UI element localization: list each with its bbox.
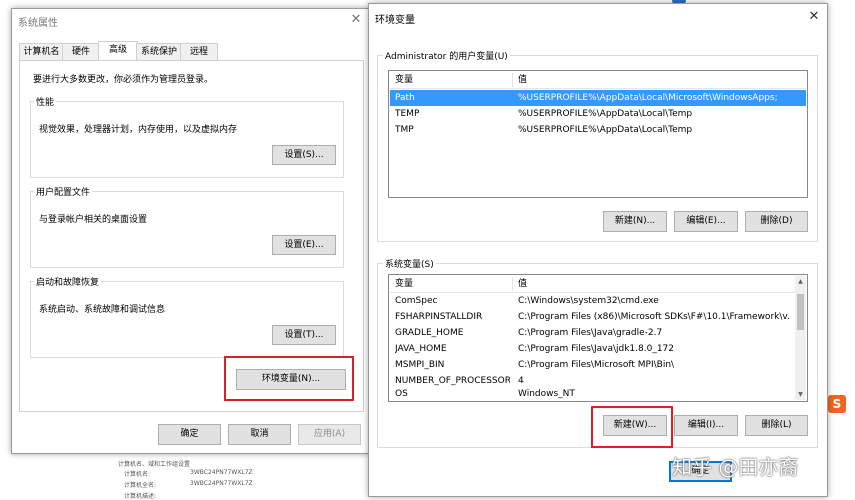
tab-strip: 计算机名 硬件 高级 系统保护 远程 [19, 41, 239, 61]
column-header-value[interactable]: 值 [518, 72, 802, 88]
cancel-button[interactable]: 取消 [228, 424, 291, 445]
var-value: %USERPROFILE%\AppData\Local\Temp [518, 125, 693, 135]
table-row[interactable]: GRADLE_HOME C:\Program Files\Java\gradle… [390, 325, 794, 341]
user-delete-button[interactable]: 删除(D) [745, 211, 808, 232]
background-info: 计算机名、域和工作组设置 计算机名: 3WBC24PN77WXL7Z 计算机全名… [110, 455, 360, 500]
column-separator [512, 73, 513, 87]
startup-recovery-group [30, 281, 344, 358]
column-header-variable[interactable]: 变量 [395, 72, 510, 88]
var-name: MSMPI_BIN [395, 360, 445, 370]
table-row[interactable]: Path %USERPROFILE%\AppData\Local\Microso… [390, 90, 806, 106]
scroll-up-icon[interactable]: ▲ [795, 276, 806, 287]
tab-remote[interactable]: 远程 [180, 43, 218, 61]
user-profiles-settings-button[interactable]: 设置(E)... [272, 235, 336, 255]
admin-note: 要进行大多数更改，你必须作为管理员登录。 [33, 75, 214, 85]
var-value: C:\Program Files\Java\jdk1.8.0_172 [518, 344, 675, 354]
scroll-thumb[interactable] [797, 294, 804, 330]
var-value: C:\Program Files\Java\gradle-2.7 [518, 328, 663, 338]
user-variables-list[interactable]: 变量 值 Path %USERPROFILE%\AppData\Local\Mi… [388, 70, 808, 198]
system-properties-dialog: 系统属性 ✕ 计算机名 硬件 高级 系统保护 远程 要进行大多数更改，你必须作为… [11, 8, 369, 454]
close-icon[interactable]: ✕ [806, 9, 822, 25]
tab-system-protection[interactable]: 系统保护 [136, 43, 182, 61]
bg-line: 3WBC24PN77WXL7Z [190, 480, 253, 487]
var-value: %USERPROFILE%\AppData\Local\Temp [518, 109, 693, 119]
startup-recovery-desc: 系统启动、系统故障和调试信息 [39, 305, 166, 315]
var-name: TMP [395, 125, 414, 135]
user-profiles-label: 用户配置文件 [34, 185, 93, 198]
var-name: TEMP [395, 109, 420, 119]
table-row[interactable]: OS Windows_NT [390, 387, 794, 401]
system-delete-button[interactable]: 删除(L) [745, 415, 808, 436]
apply-button[interactable]: 应用(A) [298, 424, 361, 445]
system-new-button[interactable]: 新建(W)... [603, 415, 667, 436]
var-name: Path [395, 93, 415, 103]
vertical-scrollbar[interactable]: ▲ ▼ [795, 276, 806, 400]
system-edit-button[interactable]: 编辑(I)... [674, 415, 738, 436]
bg-line: 计算机描述: [124, 493, 157, 500]
bg-line: 计算机名、域和工作组设置 [118, 461, 191, 468]
var-value: C:\Windows\system32\cmd.exe [518, 296, 659, 306]
watermark: 知乎 @田亦裔 [672, 455, 799, 479]
scroll-down-icon[interactable]: ▼ [795, 389, 806, 400]
dialog-title: 环境变量 [375, 15, 415, 26]
var-value: C:\Program Files (x86)\Microsoft SDKs\F#… [518, 312, 790, 322]
close-icon[interactable]: ✕ [348, 12, 364, 28]
performance-settings-button[interactable]: 设置(S)... [272, 145, 336, 165]
var-name: GRADLE_HOME [395, 328, 464, 338]
column-header-variable[interactable]: 变量 [395, 276, 510, 292]
user-profiles-desc: 与登录帐户相关的桌面设置 [39, 215, 148, 225]
sogou-icon: S [828, 395, 846, 413]
list-header: 变量 值 [390, 72, 806, 89]
table-row[interactable]: FSHARPINSTALLDIR C:\Program Files (x86)\… [390, 309, 794, 325]
column-header-value[interactable]: 值 [518, 276, 791, 292]
performance-group [30, 101, 344, 178]
column-separator [512, 277, 513, 291]
var-name: ComSpec [395, 296, 438, 306]
list-header: 变量 值 [390, 276, 795, 293]
var-value: C:\Program Files\Microsoft MPI\Bin\ [518, 360, 675, 370]
table-row[interactable]: TEMP %USERPROFILE%\AppData\Local\Temp [390, 106, 806, 122]
startup-recovery-label: 启动和故障恢复 [34, 275, 102, 288]
bg-line: 3WBC24PN77WXL7Z [190, 469, 253, 476]
table-row[interactable]: TMP %USERPROFILE%\AppData\Local\Temp [390, 122, 806, 138]
table-row[interactable]: JAVA_HOME C:\Program Files\Java\jdk1.8.0… [390, 341, 794, 357]
user-edit-button[interactable]: 编辑(E)... [674, 211, 738, 232]
tab-computer-name[interactable]: 计算机名 [19, 43, 64, 61]
environment-variables-button[interactable]: 环境变量(N)... [236, 369, 346, 390]
tab-advanced[interactable]: 高级 [98, 41, 138, 61]
user-new-button[interactable]: 新建(N)... [603, 211, 667, 232]
table-row[interactable]: ComSpec C:\Windows\system32\cmd.exe [390, 293, 794, 309]
dialog-title: 系统属性 [18, 18, 58, 29]
bg-line: 计算机名: [124, 471, 151, 478]
bg-line: 计算机全名: [124, 482, 157, 489]
user-variables-label: Administrator 的用户变量(U) [383, 49, 510, 62]
var-name: OS [395, 389, 408, 399]
startup-recovery-settings-button[interactable]: 设置(T)... [272, 325, 336, 345]
var-value: Windows_NT [518, 389, 575, 399]
system-variables-list[interactable]: 变量 值 ComSpec C:\Windows\system32\cmd.exe… [388, 274, 808, 402]
var-name: JAVA_HOME [395, 344, 447, 354]
tab-hardware[interactable]: 硬件 [62, 43, 100, 61]
environment-variables-dialog: 环境变量 ✕ Administrator 的用户变量(U) 变量 值 Path … [368, 3, 828, 497]
performance-desc: 视觉效果，处理器计划，内存使用，以及虚拟内存 [39, 125, 238, 135]
system-variables-label: 系统变量(S) [383, 257, 436, 270]
ok-button[interactable]: 确定 [158, 424, 221, 445]
tab-page-advanced: 要进行大多数更改，你必须作为管理员登录。 性能 视觉效果，处理器计划，内存使用，… [19, 60, 364, 412]
user-profiles-group [30, 191, 344, 268]
var-name: FSHARPINSTALLDIR [395, 312, 483, 322]
performance-label: 性能 [34, 95, 57, 108]
var-value: %USERPROFILE%\AppData\Local\Microsoft\Wi… [518, 93, 778, 103]
table-row[interactable]: MSMPI_BIN C:\Program Files\Microsoft MPI… [390, 357, 794, 373]
